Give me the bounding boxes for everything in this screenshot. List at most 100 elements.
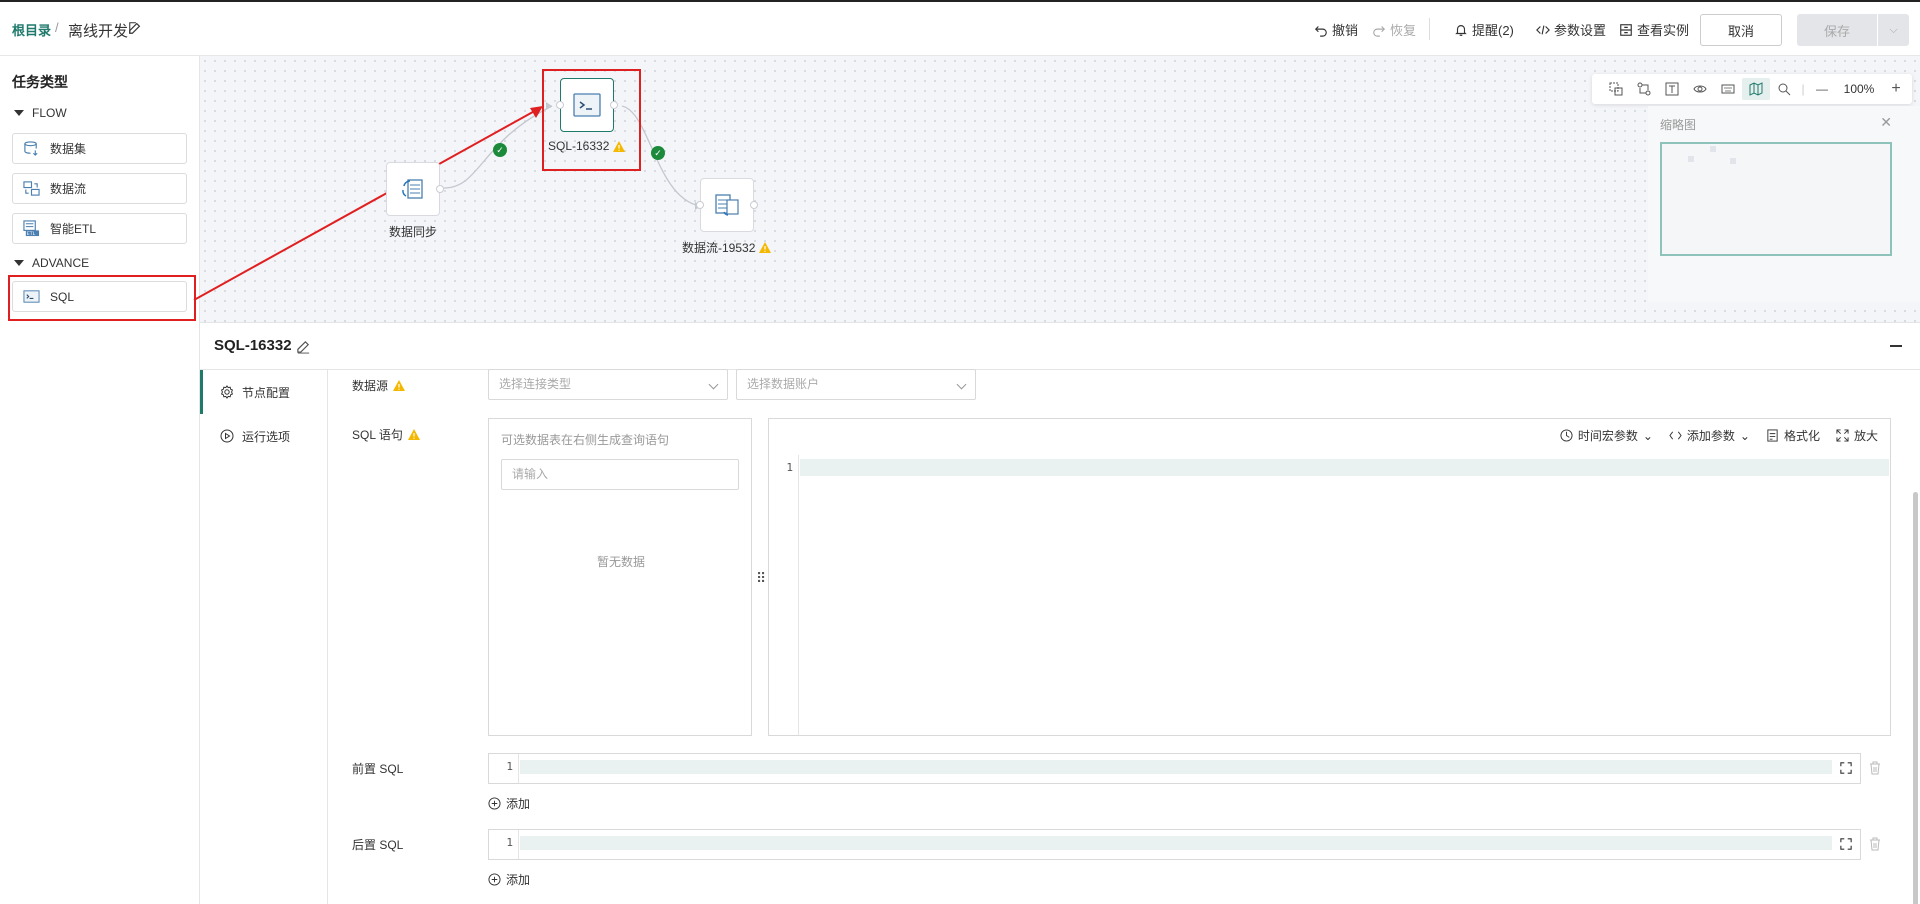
node-port[interactable] xyxy=(436,185,444,193)
node-config-header: SQL-16332 xyxy=(200,322,1920,370)
empty-state-text: 暂无数据 xyxy=(596,555,645,569)
canvas-node-label: 数据流-19532 xyxy=(682,239,772,256)
format-button[interactable]: 格式化 xyxy=(1766,427,1820,444)
breadcrumb-separator: / xyxy=(55,20,59,35)
cancel-button[interactable]: 取消 xyxy=(1700,14,1782,46)
zoom-out-icon[interactable]: — xyxy=(1808,78,1836,100)
expand-icon[interactable] xyxy=(1840,838,1852,850)
chevron-down-icon: ⌄ xyxy=(1642,428,1653,443)
node-label-text: 数据同步 xyxy=(389,225,438,239)
add-params-button[interactable]: 添加参数 ⌄ xyxy=(1669,427,1750,444)
tab-node-config[interactable]: 节点配置 xyxy=(200,370,328,414)
success-check-icon: ✓ xyxy=(493,143,507,157)
redo-label: 恢复 xyxy=(1390,23,1417,38)
select-placeholder: 选择连接类型 xyxy=(499,377,572,391)
params-button[interactable]: 参数设置 xyxy=(1536,20,1606,39)
field-label-text: 后置 SQL xyxy=(352,838,404,852)
line-number: 1 xyxy=(506,836,513,849)
play-circle-icon xyxy=(220,429,234,443)
node-port[interactable] xyxy=(750,201,758,209)
sql-statement-label: SQL 语句 xyxy=(352,426,420,443)
canvas-node-sync[interactable] xyxy=(386,162,444,216)
edit-icon[interactable] xyxy=(128,21,142,35)
post-sql-editor[interactable]: 1 xyxy=(488,829,1861,860)
undo-icon xyxy=(1314,25,1327,37)
annotation-highlight-sql-task xyxy=(8,275,196,321)
minimize-icon[interactable] xyxy=(1890,345,1902,347)
tab-run-options[interactable]: 运行选项 xyxy=(200,414,328,458)
task-item-smart-etl[interactable]: ETL 智能ETL xyxy=(12,213,187,244)
table-search-input[interactable]: 请输入 xyxy=(501,459,739,490)
add-pre-sql-button[interactable]: 添加 xyxy=(488,795,530,812)
config-tabs: 节点配置 运行选项 xyxy=(200,370,328,904)
group-advance-label: ADVANCE xyxy=(32,256,90,270)
tab-label: 运行选项 xyxy=(242,429,291,444)
zoom-in-icon[interactable]: + xyxy=(1882,78,1910,100)
save-button[interactable]: 保存 ⌵ xyxy=(1797,14,1909,46)
add-post-sql-button[interactable]: 添加 xyxy=(488,871,530,888)
text-box-icon[interactable] xyxy=(1658,78,1686,100)
time-macro-params-button[interactable]: 时间宏参数 ⌄ xyxy=(1560,427,1653,444)
close-icon[interactable]: ✕ xyxy=(1880,114,1892,131)
expand-button[interactable]: 放大 xyxy=(1836,427,1878,444)
task-item-label: 智能ETL xyxy=(50,222,97,236)
plus-circle-icon xyxy=(488,873,501,886)
tab-label: 节点配置 xyxy=(242,385,291,400)
instances-button[interactable]: 查看实例 xyxy=(1619,20,1689,39)
editor-active-line[interactable] xyxy=(520,760,1832,774)
dataflow-icon xyxy=(23,181,40,196)
editor-active-line[interactable] xyxy=(800,459,1889,476)
data-sync-icon xyxy=(402,179,423,199)
warning-icon xyxy=(393,380,406,391)
panel-scrollbar[interactable] xyxy=(1913,492,1918,904)
save-label: 保存 xyxy=(1823,23,1850,39)
group-flow[interactable]: FLOW xyxy=(14,106,67,120)
eye-icon[interactable] xyxy=(1686,78,1714,100)
sql-editor[interactable]: 时间宏参数 ⌄ 添加参数 ⌄ 格式化 放大 1 xyxy=(768,418,1891,736)
editor-toolbar: 时间宏参数 ⌄ 添加参数 ⌄ 格式化 放大 xyxy=(1560,427,1878,444)
add-label: 添加 xyxy=(506,797,531,811)
group-advance[interactable]: ADVANCE xyxy=(14,256,89,270)
input-placeholder: 请输入 xyxy=(512,467,549,481)
dataflow-node-icon xyxy=(715,194,739,216)
canvas-toolbar: | — 100% + xyxy=(1592,74,1912,104)
search-icon[interactable] xyxy=(1770,78,1798,100)
edit-icon[interactable] xyxy=(296,339,311,354)
connection-type-select[interactable]: 选择连接类型 xyxy=(488,369,728,400)
minimap-node xyxy=(1710,146,1716,152)
editor-active-line[interactable] xyxy=(520,836,1832,850)
field-label-text: 前置 SQL xyxy=(352,762,404,776)
keyboard-icon[interactable] xyxy=(1714,78,1742,100)
code-icon xyxy=(1669,431,1682,440)
post-sql-label: 后置 SQL xyxy=(352,836,403,853)
task-item-dataset[interactable]: 数据集 xyxy=(12,133,187,164)
expand-icon[interactable] xyxy=(1840,762,1852,774)
pre-sql-editor[interactable]: 1 xyxy=(488,753,1861,784)
add-label: 添加 xyxy=(506,873,531,887)
clock-icon xyxy=(1560,429,1573,442)
task-item-label: 数据流 xyxy=(50,182,87,196)
save-dropdown-chevron-icon[interactable]: ⌵ xyxy=(1877,14,1909,46)
chevron-down-icon xyxy=(708,379,719,390)
node-port[interactable] xyxy=(696,201,704,209)
trash-icon[interactable] xyxy=(1868,837,1882,851)
editor-gutter: 1 xyxy=(489,830,519,859)
undo-button[interactable]: 撤销 xyxy=(1314,20,1358,39)
line-number: 1 xyxy=(786,461,793,474)
breadcrumb-root[interactable]: 根目录 xyxy=(12,20,51,39)
data-account-select[interactable]: 选择数据账户 xyxy=(736,369,976,400)
minimap-viewport[interactable] xyxy=(1660,142,1892,256)
trash-icon[interactable] xyxy=(1868,761,1882,775)
select-box-icon[interactable] xyxy=(1602,78,1630,100)
tool-label: 放大 xyxy=(1853,429,1878,443)
task-item-dataflow[interactable]: 数据流 xyxy=(12,173,187,204)
tool-label: 添加参数 xyxy=(1686,429,1735,443)
layout-icon[interactable] xyxy=(1630,78,1658,100)
minimap-toggle-icon[interactable] xyxy=(1742,78,1770,100)
redo-button[interactable]: 恢复 xyxy=(1372,20,1416,39)
drag-handle-icon[interactable]: ⠿ xyxy=(756,570,766,587)
alerts-button[interactable]: 提醒(2) xyxy=(1454,20,1514,39)
caret-down-icon xyxy=(14,260,24,266)
code-icon xyxy=(1536,25,1550,34)
canvas-node-dataflow[interactable] xyxy=(696,178,758,232)
